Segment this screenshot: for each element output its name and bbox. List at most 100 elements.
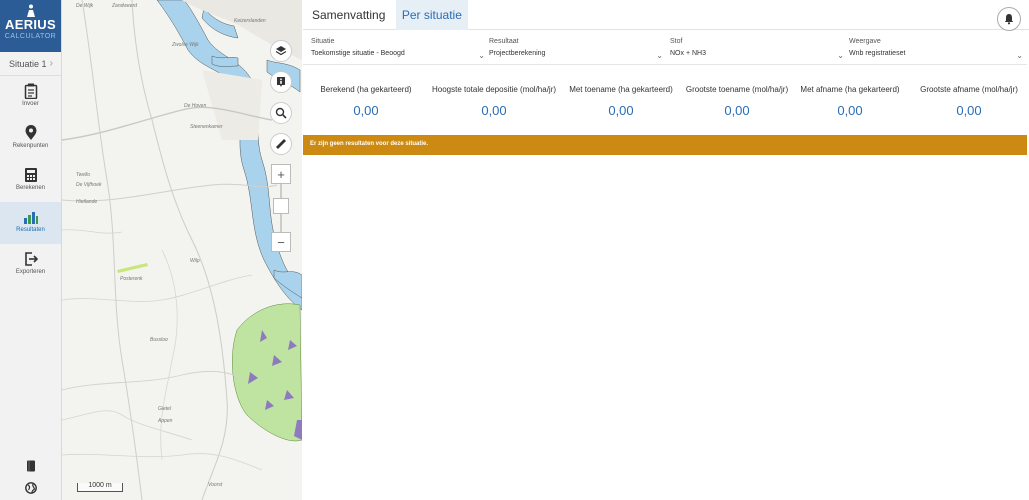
stat-met-afname: Met afname (ha gekarteerd) 0,00 xyxy=(796,85,904,118)
stat-value: 0,00 xyxy=(724,103,750,118)
layers-button[interactable] xyxy=(270,40,292,62)
map-label: Voorst xyxy=(208,482,223,488)
tab-samenvatting[interactable]: Samenvatting xyxy=(306,0,391,30)
stat-label: Met toename (ha gekarteerd) xyxy=(569,85,673,94)
calculator-icon xyxy=(24,168,37,182)
logo-title: AERIUS xyxy=(5,17,56,32)
map-label: De Vijfhoek xyxy=(76,182,102,188)
stat-hoogste-depositie: Hoogste totale depositie (mol/ha/jr) 0,0… xyxy=(427,85,561,118)
select-value: Toekomstige situatie - Beoogd xyxy=(311,50,405,57)
nav-item-label: Resultaten xyxy=(16,227,45,233)
select-value: Wnb registratieset xyxy=(849,50,906,57)
filter-stof: Stof NOx + NH3 ⌄ xyxy=(662,38,848,68)
scale-label: 1000 m xyxy=(88,482,112,489)
nav-item-berekenen[interactable]: Berekenen xyxy=(0,160,61,202)
map-label: Keizerslanden xyxy=(234,18,266,24)
nav-item-label: Invoer xyxy=(22,101,39,107)
zoom-out-button[interactable]: − xyxy=(271,232,291,252)
map-label: Wilp xyxy=(190,258,200,264)
bar-chart-icon xyxy=(23,212,38,224)
stat-label: Met afname (ha gekarteerd) xyxy=(800,85,900,94)
results-tabs: Samenvatting Per situatie xyxy=(303,0,1029,31)
map-label: Hietlande xyxy=(76,199,98,205)
layers-icon xyxy=(275,46,287,56)
situation-label: Situatie 1 xyxy=(9,59,47,69)
results-filters: Situatie Toekomstige situatie - Beoogd ⌄… xyxy=(303,38,1029,68)
select-value: NOx + NH3 xyxy=(670,50,706,57)
map-label: Posterenk xyxy=(120,276,143,282)
nav-item-exporteren[interactable]: Exporteren xyxy=(0,244,61,286)
search-icon xyxy=(275,107,287,119)
info-button[interactable] xyxy=(270,71,292,93)
search-button[interactable] xyxy=(270,102,292,124)
chevron-down-icon: ⌄ xyxy=(1016,51,1023,60)
map-view[interactable]: De Wijk Zandweerd Keizerslanden Zwolse W… xyxy=(62,0,302,500)
nav-item-invoer[interactable]: Invoer xyxy=(0,76,61,118)
stat-value: 0,00 xyxy=(837,103,863,118)
map-scale-bar: 1000 m xyxy=(77,482,123,492)
weergave-select[interactable]: Wnb registratieset ⌄ xyxy=(841,50,1027,65)
notifications-button[interactable] xyxy=(997,7,1021,31)
map-label: Twello xyxy=(76,172,91,178)
stat-grootste-toename: Grootste toename (mol/ha/jr) 0,00 xyxy=(681,85,793,118)
language-button[interactable] xyxy=(0,478,62,500)
nav-item-label: Rekenpunten xyxy=(12,143,49,149)
tab-per-situatie[interactable]: Per situatie xyxy=(395,0,468,30)
chevron-right-icon: › xyxy=(49,58,53,69)
stat-met-toename: Met toename (ha gekarteerd) 0,00 xyxy=(566,85,676,118)
filter-weergave: Weergave Wnb registratieset ⌄ xyxy=(841,38,1027,68)
clipboard-icon xyxy=(24,83,37,99)
map-label: Steenenkamer xyxy=(190,124,223,130)
results-statistics: Berekend (ha gekarteerd) 0,00 Hoogste to… xyxy=(303,85,1029,125)
select-value: Projectberekening xyxy=(489,50,546,57)
stat-grootste-afname: Grootste afname (mol/ha/jr) 0,00 xyxy=(912,85,1026,118)
map-label: Bussloo xyxy=(150,337,168,343)
stat-value: 0,00 xyxy=(481,103,507,118)
zoom-slider[interactable] xyxy=(273,184,289,232)
nav-item-resultaten[interactable]: Resultaten xyxy=(0,202,61,244)
stat-label: Grootste afname (mol/ha/jr) xyxy=(920,85,1018,94)
filter-resultaat: Resultaat Projectberekening ⌄ xyxy=(481,38,667,68)
resultaat-select[interactable]: Projectberekening ⌄ xyxy=(481,50,667,65)
nav-item-rekenpunten[interactable]: Rekenpunten xyxy=(0,118,61,160)
map-label: Gietel xyxy=(158,406,172,412)
map-label: Appen xyxy=(158,418,173,424)
stat-value: 0,00 xyxy=(956,103,982,118)
filter-label: Situatie xyxy=(311,38,335,45)
map-tools: + − xyxy=(270,40,294,252)
nav-item-label: Berekenen xyxy=(15,185,46,191)
filter-label: Resultaat xyxy=(489,38,519,45)
stat-value: 0,00 xyxy=(353,103,379,118)
measure-button[interactable] xyxy=(270,133,292,155)
book-icon xyxy=(27,460,35,472)
export-icon xyxy=(24,252,38,266)
logo-subtitle: CALCULATOR xyxy=(4,33,57,40)
map-canvas xyxy=(62,0,302,500)
aerius-logo-icon xyxy=(26,4,35,17)
zoom-in-button[interactable]: + xyxy=(271,164,291,184)
manual-button[interactable] xyxy=(0,456,62,478)
ruler-icon xyxy=(276,139,286,149)
nav-bottom xyxy=(0,456,62,500)
nav-item-label: Exporteren xyxy=(15,269,46,275)
stat-berekend: Berekend (ha gekarteerd) 0,00 xyxy=(311,85,421,118)
stat-value: 0,00 xyxy=(608,103,634,118)
app-logo: AERIUS CALCULATOR xyxy=(0,0,61,52)
situation-selector[interactable]: Situatie 1 › xyxy=(0,52,61,76)
map-label: Zandweerd xyxy=(112,3,138,9)
main-navigation: AERIUS CALCULATOR Situatie 1 › Invoer Re… xyxy=(0,0,62,500)
globe-icon xyxy=(25,482,37,494)
no-results-alert: Er zijn geen resultaten voor deze situat… xyxy=(303,135,1027,155)
info-marker-icon xyxy=(277,77,285,87)
map-pin-icon xyxy=(25,125,36,140)
situatie-select[interactable]: Toekomstige situatie - Beoogd ⌄ xyxy=(303,50,489,65)
map-label: Zwolse Wijk xyxy=(172,42,199,48)
results-panel: Samenvatting Per situatie Situatie Toeko… xyxy=(303,0,1029,500)
zoom-slider-handle[interactable] xyxy=(273,198,289,214)
bell-icon xyxy=(1004,14,1014,25)
stat-label: Hoogste totale depositie (mol/ha/jr) xyxy=(431,85,557,94)
filter-situatie: Situatie Toekomstige situatie - Beoogd ⌄ xyxy=(303,38,489,68)
map-label: De Hoven xyxy=(184,103,207,109)
stat-label: Grootste toename (mol/ha/jr) xyxy=(685,85,789,94)
stof-select[interactable]: NOx + NH3 ⌄ xyxy=(662,50,848,65)
